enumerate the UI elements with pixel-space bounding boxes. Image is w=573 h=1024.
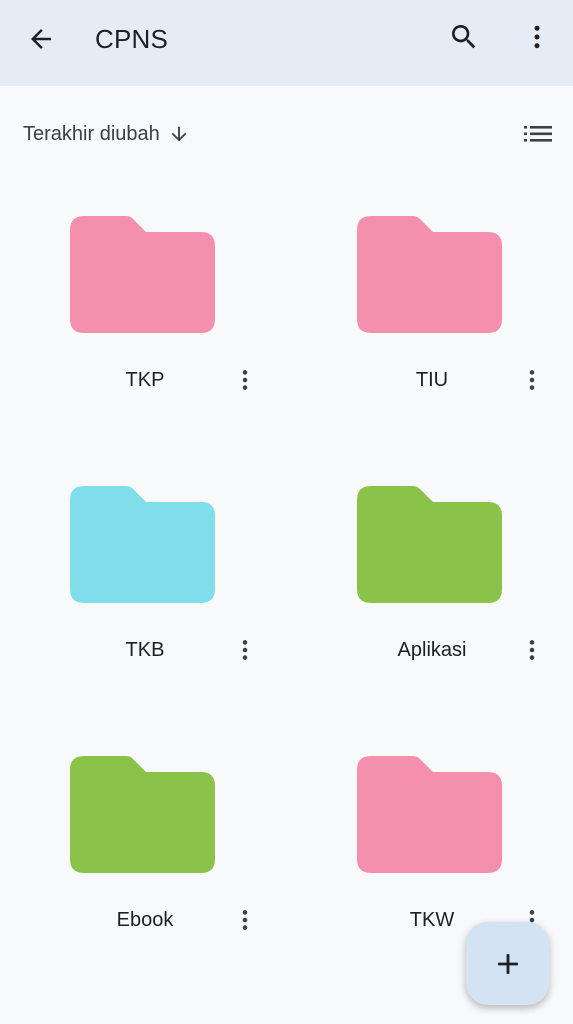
more-vert-icon [242,370,248,390]
folder-icon [357,756,502,873]
folder-icon [70,216,215,333]
folder-name: TKB [125,639,165,661]
folder-more-button[interactable] [230,630,260,670]
folder-icon [357,486,502,603]
more-vert-icon [242,640,248,660]
plus-icon [497,953,518,974]
folder-icon [70,756,215,873]
folder-more-button[interactable] [517,630,547,670]
folder-more-button[interactable] [230,360,260,400]
folder-name: TIU [415,369,449,391]
folder-icon [357,216,502,333]
more-vert-icon [529,640,535,660]
folder-icon [70,486,215,603]
folder-name: TKP [125,369,165,391]
folder-name: Aplikasi [397,639,467,661]
folder-more-button[interactable] [517,360,547,400]
new-item-fab[interactable] [466,922,549,1005]
drive-folder-screen: CPNS Terakhir diubah TKP TIU TKB Aplikas… [0,0,573,1024]
folder-grid: TKP TIU TKB Aplikasi Ebook TKW [0,0,573,1024]
folder-name: Ebook [116,909,174,931]
more-vert-icon [529,370,535,390]
folder-more-button[interactable] [230,900,260,940]
more-vert-icon [242,910,248,930]
